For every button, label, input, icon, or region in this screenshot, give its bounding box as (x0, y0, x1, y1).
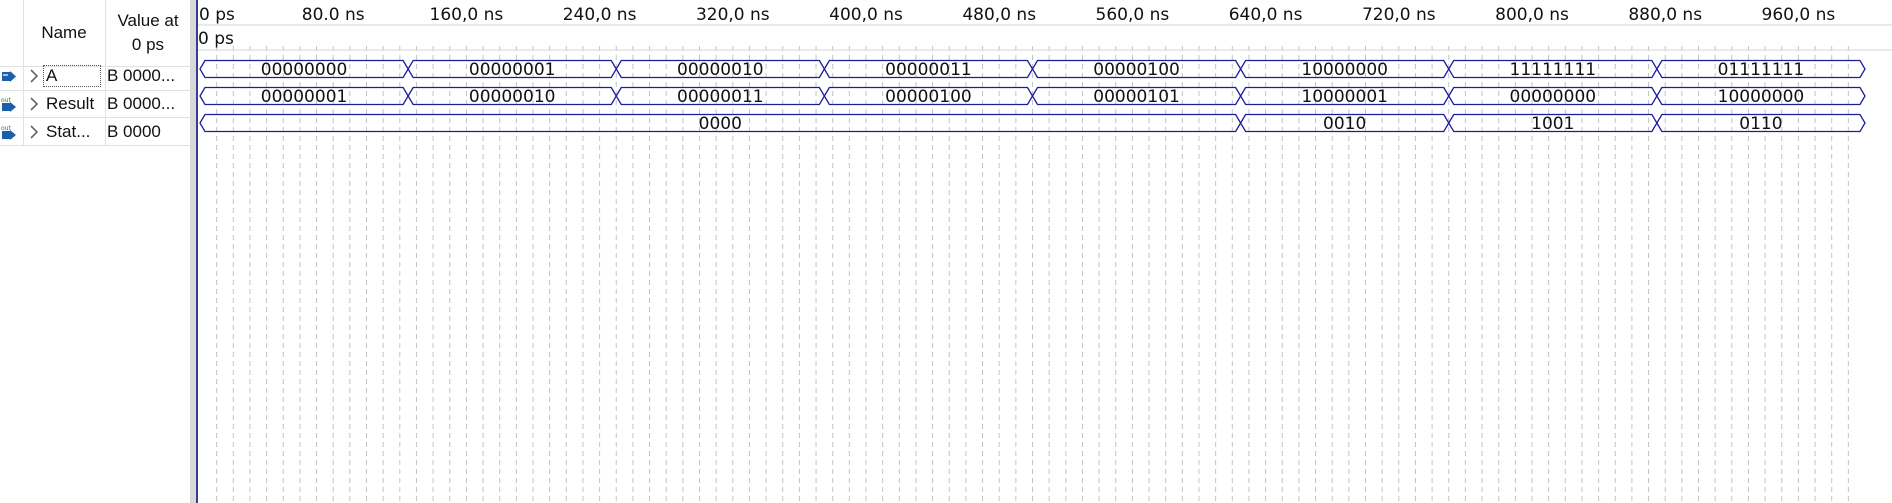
bus-value-label: 00000100 (1093, 60, 1180, 80)
signal-row-result[interactable]: out Result B 0000... (0, 90, 190, 118)
bus-value-label: 00000010 (677, 60, 764, 80)
signal-name: Stat... (46, 122, 91, 141)
bus-value-label: 00000000 (261, 60, 348, 80)
time-tick-label: 480,0 ns (962, 5, 1036, 25)
bus-value-label: 01111111 (1718, 60, 1805, 80)
chevron-right-icon[interactable] (27, 67, 41, 85)
bus-value-label: 00000101 (1093, 87, 1180, 107)
signal-list-panel: Name Value at 0 ps A B 0000... out Resul… (0, 0, 190, 503)
bus-value-label: 0110 (1739, 114, 1782, 134)
bus-value-label: 00000001 (261, 87, 348, 107)
time-tick-label: 560,0 ns (1096, 5, 1170, 25)
svg-text:out: out (1, 97, 11, 104)
signal-row-a[interactable]: A B 0000... (0, 62, 190, 90)
time-tick-label: 960,0 ns (1762, 5, 1836, 25)
bus-value-label: 10000000 (1301, 60, 1388, 80)
time-tick-label: 640,0 ns (1229, 5, 1303, 25)
bus-value-label: 11111111 (1510, 60, 1597, 80)
chevron-right-icon[interactable] (27, 95, 41, 113)
value-header-line1: Value at (117, 11, 179, 30)
signal-row-status[interactable]: out Stat... B 0000 (0, 118, 190, 146)
bus-value-label: 10000001 (1301, 87, 1388, 107)
chevron-right-icon[interactable] (27, 123, 41, 141)
waveform-canvas[interactable]: 0 ps 80.0 ns 160,0 ns 240,0 ns 320,0 ns 400,0… (198, 0, 1892, 503)
value-column-header[interactable]: Value at 0 ps (106, 0, 190, 66)
time-tick-label: 240,0 ns (563, 5, 637, 25)
time-tick-label: 80.0 ns (302, 5, 365, 25)
name-column-header[interactable]: Name (24, 0, 104, 66)
time-tick-label: 160,0 ns (430, 5, 504, 25)
bus-value-label: 00000010 (469, 87, 556, 107)
time-tick-label: 400,0 ns (829, 5, 903, 25)
signal-value: B 0000 (107, 122, 161, 141)
bus-value-label: 00000001 (469, 60, 556, 80)
time-tick-label: 320,0 ns (696, 5, 770, 25)
signal-value: B 0000... (107, 66, 176, 85)
signal-name: A (43, 65, 101, 87)
signal-value: B 0000... (107, 94, 176, 113)
waveform-view[interactable]: 0 ps 80.0 ns 160,0 ns 240,0 ns 320,0 ns 400,0… (198, 0, 1892, 503)
bus-value-label: 00000011 (885, 60, 972, 80)
time-tick-label: 0 ps (199, 5, 235, 25)
input-pin-icon (1, 68, 17, 84)
time-tick-label: 720,0 ns (1362, 5, 1436, 25)
signal-name: Result (46, 94, 95, 113)
value-header-line2: 0 ps (131, 35, 165, 54)
bus-value-label: 1001 (1531, 114, 1574, 134)
bus-value-label: 0000 (699, 114, 742, 134)
time-tick-label: 800,0 ns (1495, 5, 1569, 25)
svg-text:out: out (1, 125, 11, 132)
output-pin-icon: out (1, 124, 17, 140)
bus-value-label: 0010 (1323, 114, 1366, 134)
bus-value-label: 10000000 (1718, 87, 1805, 107)
bus-value-label: 00000000 (1510, 87, 1597, 107)
time-tick-label: 880,0 ns (1628, 5, 1702, 25)
bus-value-label: 00000011 (677, 87, 764, 107)
bus-value-label: 00000100 (885, 87, 972, 107)
output-pin-icon: out (1, 96, 17, 112)
name-header-label: Name (41, 23, 87, 42)
cursor-time-label: 0 ps (198, 29, 234, 49)
row-divider (0, 145, 190, 146)
